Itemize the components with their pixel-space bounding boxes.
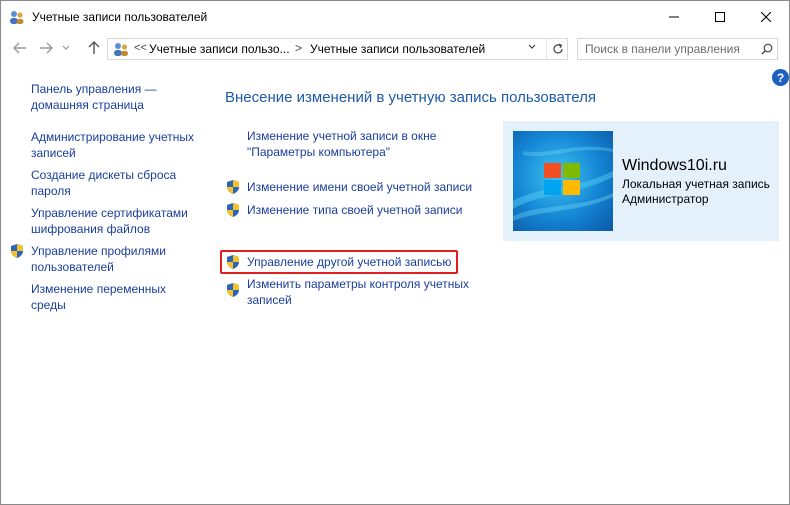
- breadcrumb-overflow[interactable]: <<: [134, 42, 147, 54]
- arrow-up-icon: [88, 41, 100, 54]
- page-title: Внесение изменений в учетную запись поль…: [225, 89, 596, 106]
- breadcrumb-item[interactable]: Учетные записи пользо...: [149, 42, 290, 56]
- maximize-button[interactable]: [697, 1, 743, 32]
- up-button[interactable]: [83, 37, 105, 59]
- window-title: Учетные записи пользователей: [32, 10, 208, 24]
- link-pc-settings-account[interactable]: Изменение учетной записи в окне "Парамет…: [247, 128, 436, 160]
- breadcrumb-current[interactable]: Учетные записи пользователей: [310, 42, 485, 56]
- refresh-button[interactable]: [546, 39, 568, 59]
- link-change-account-name[interactable]: Изменение имени своей учетной записи: [247, 179, 472, 195]
- link-manage-another-account[interactable]: Управление другой учетной записью: [247, 254, 451, 270]
- uac-shield-icon: [227, 180, 239, 194]
- maximize-icon: [715, 11, 725, 22]
- close-icon: [761, 11, 771, 22]
- users-icon: [114, 43, 128, 56]
- link-change-account-type[interactable]: Изменение типа своей учетной записи: [247, 202, 462, 218]
- uac-shield-icon: [227, 203, 239, 217]
- address-bar[interactable]: << Учетные записи пользо... > Учетные за…: [107, 38, 568, 60]
- chevron-down-icon: [528, 44, 536, 49]
- account-type: Локальная учетная запись: [622, 177, 770, 191]
- help-button[interactable]: ?: [772, 69, 789, 86]
- forward-button[interactable]: [35, 37, 57, 59]
- link-uac-settings[interactable]: Изменить параметры контроля учетных запи…: [247, 276, 469, 308]
- minimize-button[interactable]: [651, 1, 697, 32]
- close-button[interactable]: [743, 1, 789, 32]
- title-bar: Учетные записи пользователей: [1, 1, 789, 33]
- address-dropdown-button[interactable]: [528, 42, 536, 53]
- chevron-down-icon: [62, 45, 70, 50]
- arrow-right-icon: [40, 42, 53, 54]
- refresh-icon: [552, 43, 563, 54]
- account-role: Администратор: [622, 192, 709, 206]
- account-card: Windows10i.ru Локальная учетная запись А…: [503, 121, 779, 241]
- uac-shield-icon: [11, 244, 23, 258]
- uac-shield-icon: [227, 283, 239, 297]
- minimize-icon: [669, 16, 679, 17]
- account-name: Windows10i.ru: [622, 157, 727, 174]
- sidebar-item-encryption-certificates[interactable]: Управление сертификатами шифрования файл…: [31, 205, 206, 237]
- sidebar-item-user-profiles[interactable]: Управление профилями пользователей: [31, 243, 206, 275]
- control-panel-window: Учетные записи пользователей << Учетные …: [0, 0, 790, 505]
- sidebar-item-control-panel-home[interactable]: Панель управления — домашняя страница: [31, 81, 206, 113]
- uac-shield-icon: [227, 255, 239, 269]
- search-input[interactable]: [578, 39, 754, 59]
- account-avatar: [513, 131, 613, 231]
- back-button[interactable]: [9, 37, 31, 59]
- sidebar-item-environment-variables[interactable]: Изменение переменных среды: [31, 281, 206, 313]
- search-box[interactable]: [577, 38, 778, 60]
- sidebar-item-manage-accounts[interactable]: Администрирование учетных записей: [31, 129, 206, 161]
- sidebar-item-password-reset-disk[interactable]: Создание дискеты сброса пароля: [31, 167, 206, 199]
- search-icon: [761, 43, 773, 55]
- recent-locations-button[interactable]: [59, 37, 73, 59]
- search-button[interactable]: [758, 41, 776, 57]
- breadcrumb-separator[interactable]: >: [295, 41, 302, 55]
- navigation-bar: << Учетные записи пользо... > Учетные за…: [1, 33, 789, 65]
- arrow-left-icon: [13, 42, 26, 54]
- users-icon: [10, 11, 24, 24]
